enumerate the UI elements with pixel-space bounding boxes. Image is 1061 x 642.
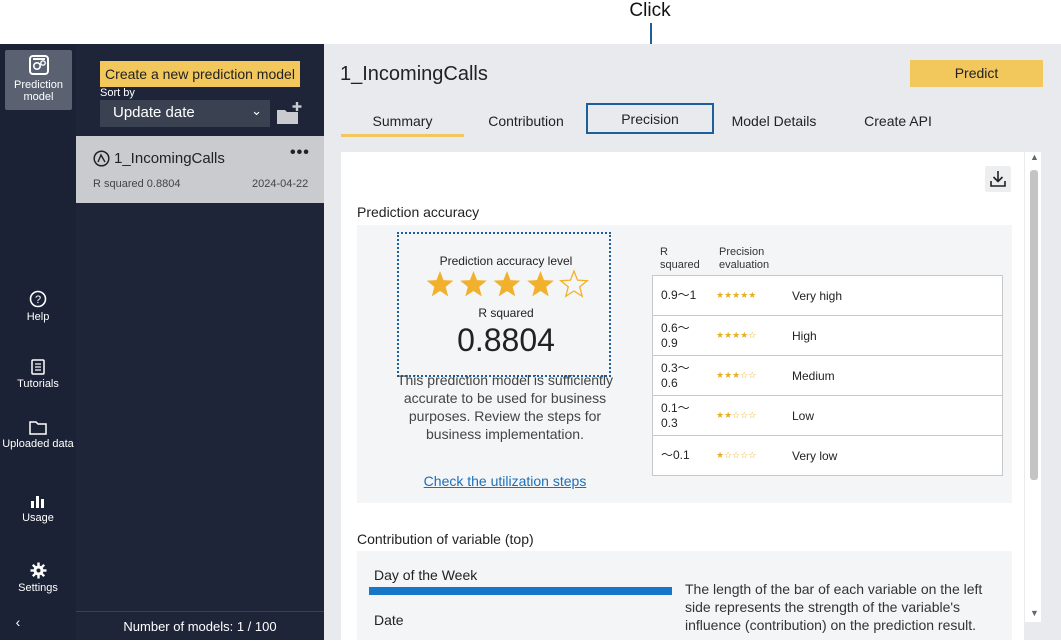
model-metric: R squared 0.8804	[93, 178, 181, 190]
r-squared-value: 0.8804	[457, 322, 555, 358]
variable-contribution-bar	[369, 587, 672, 595]
tutorials-icon	[31, 359, 45, 375]
stars-cell: ★★★★★	[716, 275, 792, 316]
utilization-steps-link[interactable]: Check the utilization steps	[393, 473, 617, 489]
evaluation-cell: Low	[792, 395, 1003, 436]
scroll-thumb[interactable]	[1030, 170, 1038, 480]
section-title: Contribution of variable (top)	[357, 531, 534, 547]
star-empty-icon	[558, 269, 590, 298]
range-cell: 0.3～ 0.6	[652, 355, 716, 396]
model-count: Number of models: 1 / 100	[76, 611, 324, 641]
model-list-item[interactable]: 1_IncomingCalls ••• R squared 0.8804 202…	[76, 136, 324, 203]
tab-create-api[interactable]: Create API	[836, 110, 960, 134]
gear-icon	[30, 562, 46, 579]
star-filled-icon	[426, 271, 454, 297]
star-filled-icon	[527, 271, 554, 297]
nav-settings[interactable]: Settings	[0, 562, 76, 594]
tab-precision[interactable]: Precision	[586, 103, 714, 134]
table-row: 0.9～1 ★★★★★ Very high	[652, 275, 1003, 316]
stars-cell: ★★★★☆	[716, 315, 792, 356]
range-cell: ～0.1	[652, 435, 716, 476]
model-list-panel: Create a new prediction model Sort by Up…	[76, 44, 324, 640]
table-header-r-squared: Rsquared	[660, 246, 700, 271]
table-header-precision: Precision evaluation	[719, 246, 770, 271]
table-row: 0.6～ 0.9 ★★★★☆ High	[652, 315, 1003, 356]
nav-label: Tutorials	[17, 378, 59, 390]
download-button[interactable]	[985, 166, 1011, 192]
new-folder-icon[interactable]	[276, 102, 302, 126]
stars-cell: ★★★☆☆	[716, 355, 792, 396]
stars-cell: ★☆☆☆☆	[716, 435, 792, 476]
download-icon	[990, 171, 1006, 187]
evaluation-cell: Very high	[792, 275, 1003, 316]
tab-model-details[interactable]: Model Details	[714, 110, 834, 134]
nav-label: Uploaded data	[2, 438, 74, 450]
accuracy-description: This prediction model is sufficiently ac…	[396, 372, 614, 442]
range-cell: 0.9～1	[652, 275, 716, 316]
summary-content: Prediction accuracy Prediction accuracy …	[341, 152, 1024, 640]
accuracy-panel: Prediction accuracy level R squared 0.88…	[357, 225, 1012, 503]
folder-icon	[29, 421, 47, 435]
table-row: 0.3～ 0.6 ★★★☆☆ Medium	[652, 355, 1003, 396]
chevron-down-icon: ⌄	[251, 103, 262, 118]
nav-label: Usage	[22, 512, 54, 524]
prediction-model-icon	[28, 55, 49, 75]
nav-label: Prediction model	[14, 79, 63, 103]
section-title: Prediction accuracy	[357, 204, 480, 220]
annotation-label: Click	[629, 0, 671, 21]
evaluation-cell: Very low	[792, 435, 1003, 476]
evaluation-cell: Medium	[792, 355, 1003, 396]
nav-label: Help	[26, 311, 50, 323]
scroll-up-icon[interactable]: ▲	[1030, 152, 1039, 162]
left-navigation: Prediction model ? Help Tutorials Upload…	[0, 44, 76, 640]
precision-evaluation-table: 0.9～1 ★★★★★ Very high 0.6～ 0.9 ★★★★☆ High…	[652, 275, 1003, 476]
sort-value: Update date	[113, 104, 195, 121]
contribution-panel: Day of the Week Date The length of the b…	[357, 551, 1012, 640]
star-filled-icon	[460, 271, 487, 297]
regression-model-icon	[93, 150, 110, 167]
nav-label: Settings	[18, 582, 58, 594]
nav-uploaded-data[interactable]: Uploaded data	[0, 420, 76, 450]
table-row: 0.1～ 0.3 ★★☆☆☆ Low	[652, 395, 1003, 436]
sort-select[interactable]: Update date ⌄	[100, 100, 270, 127]
collapse-sidebar-button[interactable]: ‹	[0, 615, 36, 629]
star-filled-icon	[493, 271, 521, 297]
model-date: 2024-04-22	[252, 178, 309, 190]
nav-help[interactable]: ? Help	[0, 290, 76, 323]
create-model-button[interactable]: Create a new prediction model	[100, 61, 300, 87]
main-area: 1_IncomingCalls Predict Summary Contribu…	[324, 44, 1061, 640]
accuracy-level-box: Prediction accuracy level R squared 0.88…	[397, 232, 611, 377]
accuracy-level-label: Prediction accuracy level	[439, 254, 573, 268]
variable-label: Day of the Week	[374, 567, 478, 583]
svg-text:?: ?	[35, 294, 41, 306]
evaluation-cell: High	[792, 315, 1003, 356]
content-scrollbar[interactable]: ▲ ▼	[1025, 152, 1041, 622]
accuracy-stars	[426, 269, 590, 298]
nav-prediction-model[interactable]: Prediction model	[5, 50, 72, 110]
bar-chart-icon	[31, 496, 44, 508]
model-name: 1_IncomingCalls	[114, 150, 225, 167]
nav-usage[interactable]: Usage	[0, 494, 76, 524]
tab-contribution[interactable]: Contribution	[465, 110, 587, 134]
nav-tutorials[interactable]: Tutorials	[0, 359, 76, 390]
tab-summary[interactable]: Summary	[341, 110, 464, 137]
range-cell: 0.1～ 0.3	[652, 395, 716, 436]
contribution-description: The length of the bar of each variable o…	[685, 581, 983, 633]
range-cell: 0.6～ 0.9	[652, 315, 716, 356]
table-row: ～0.1 ★☆☆☆☆ Very low	[652, 435, 1003, 476]
sort-label: Sort by	[100, 87, 135, 99]
more-options-icon[interactable]: •••	[290, 144, 310, 162]
r-squared-label: R squared	[478, 306, 534, 320]
page-title: 1_IncomingCalls	[340, 63, 488, 85]
predict-button[interactable]: Predict	[910, 60, 1043, 87]
stars-cell: ★★☆☆☆	[716, 395, 792, 436]
variable-label: Date	[374, 612, 404, 628]
help-icon: ?	[29, 290, 47, 308]
scroll-down-icon[interactable]: ▼	[1030, 608, 1039, 618]
